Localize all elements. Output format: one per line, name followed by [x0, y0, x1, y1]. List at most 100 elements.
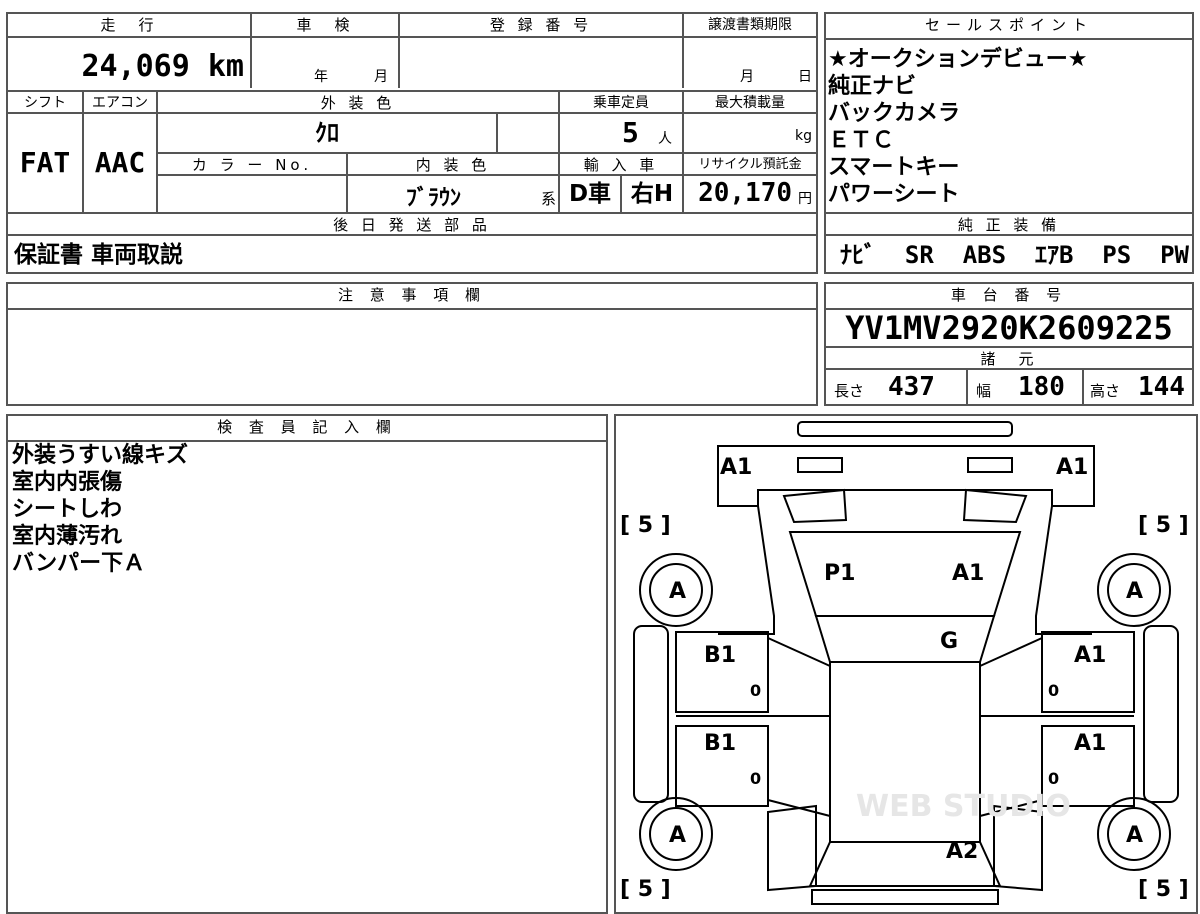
- interior-color-suffix: 系: [540, 190, 556, 208]
- sales-points-box: セールスポイント ★オークションデビュー★ 純正ナビ バックカメラ ＥＴＣ スマ…: [824, 12, 1194, 274]
- pillar-line: [767, 637, 831, 667]
- inspector-line: 外装うすい線キズ: [12, 443, 189, 468]
- inspector-lines: 外装うすい線キズ 室内内張傷 シートしわ 室内薄汚れ バンパー下Ａ: [12, 442, 188, 577]
- exterior-color-extra: [496, 114, 558, 152]
- mark-wheel-front-right: A: [1126, 579, 1143, 604]
- spec-height-value: 144: [1138, 372, 1185, 402]
- fender-right: [1035, 505, 1092, 635]
- import-label: 輸 入 車: [558, 152, 682, 176]
- genuine-equipment-value: ﾅﾋﾞ SR ABS ｴｱB PS PW: [840, 241, 1189, 269]
- chassis-label: 車 台 番 号: [826, 284, 1192, 310]
- genuine-equipment-label: 純 正 装 備: [826, 212, 1192, 236]
- chassis-value: YV1MV2920K2609225: [845, 309, 1173, 347]
- mark-rear-center: A2: [946, 839, 978, 864]
- sales-point-item: バックカメラ: [828, 101, 961, 126]
- spec-height-label: 高さ: [1090, 382, 1121, 400]
- spec-width-label: 幅: [976, 382, 992, 400]
- capacity-unit: 人: [658, 131, 672, 147]
- mark-bracket-top-right: [ 5 ]: [1138, 513, 1189, 538]
- exterior-color-label: 外 装 色: [156, 90, 558, 114]
- ac-label: エアコン: [82, 90, 156, 114]
- interior-color-label: 内 装 色: [346, 152, 558, 176]
- recycle-value-cell: 20,170 円: [682, 176, 816, 212]
- sales-points-label: セールスポイント: [826, 14, 1192, 40]
- mark-door-front-right: A1: [1074, 643, 1106, 668]
- notes-box: 注 意 事 項 欄: [6, 282, 818, 406]
- mark-wheel-rear-right: A: [1126, 823, 1143, 848]
- inspector-line: バンパー下Ａ: [12, 551, 146, 576]
- max-load-value-cell: kg: [682, 114, 816, 152]
- import-value-1: D車: [558, 176, 620, 212]
- front-vent-left: [782, 488, 848, 524]
- transfer-month-unit: 月: [740, 69, 754, 85]
- mark-door-rear-left: B1: [704, 731, 736, 756]
- spec-height: 高さ 144: [1082, 370, 1192, 404]
- recycle-value: 20,170: [698, 178, 792, 208]
- inspector-line: 室内内張傷: [12, 470, 123, 495]
- notes-value: [8, 310, 816, 318]
- mark-wheel-rear-left: A: [669, 823, 686, 848]
- pillar-line: [979, 637, 1043, 667]
- transfer-label: 譲渡書類期限: [682, 14, 816, 38]
- specs-label: 諸 元: [826, 346, 1192, 370]
- sill-right: [1143, 625, 1179, 803]
- car-diagram-box: WEB STUDIO A1 A1 [ 5 ] [ 5 ] [ 5 ] [ 5 ]…: [614, 414, 1198, 914]
- inspection-label: 車 検: [250, 14, 398, 38]
- color-no-value: [156, 176, 346, 212]
- spec-length-value: 437: [888, 372, 935, 402]
- mileage-value: 24,069 km: [81, 49, 244, 84]
- sales-point-item: パワーシート: [828, 182, 960, 207]
- shift-value: FAT: [19, 146, 71, 179]
- headlight-left: [797, 457, 843, 473]
- later-parts-value: 保証書 車両取説: [14, 242, 184, 268]
- inspector-line: シートしわ: [12, 497, 123, 522]
- inspection-value: 年 月: [250, 38, 398, 88]
- sales-points-list: ★オークションデビュー★ 純正ナビ バックカメラ ＥＴＣ スマートキー パワーシ…: [828, 46, 1087, 208]
- mark-front-left: A1: [720, 455, 752, 480]
- front-body: [717, 445, 1095, 507]
- capacity-value-cell: 5 人: [558, 114, 682, 152]
- sales-point-item: スマートキー: [828, 155, 960, 180]
- interior-color-value: ﾌﾞﾗｳﾝ: [406, 186, 462, 211]
- mark-hood-right: A1: [952, 561, 984, 586]
- registration-value: [398, 38, 682, 88]
- windshield: [814, 615, 996, 663]
- shift-label: シフト: [8, 90, 82, 114]
- mark-zero: 0: [750, 769, 761, 788]
- spec-length: 長さ 437: [826, 370, 966, 404]
- mark-door-rear-right: A1: [1074, 731, 1106, 756]
- mark-wheel-front-left: A: [669, 579, 686, 604]
- rear-bumper: [811, 889, 999, 905]
- recycle-unit: 円: [798, 191, 812, 207]
- capacity-label: 乗車定員: [558, 90, 682, 114]
- transfer-value: 月 日: [682, 38, 816, 88]
- import-value-2: 右H: [620, 176, 682, 212]
- spec-width-value: 180: [1018, 372, 1065, 402]
- mark-bracket-top-left: [ 5 ]: [620, 513, 671, 538]
- registration-label: 登 録 番 号: [398, 14, 682, 38]
- max-load-label: 最大積載量: [682, 90, 816, 114]
- mark-bracket-bottom-right: [ 5 ]: [1138, 877, 1189, 902]
- color-no-label: カ ラ ー No.: [156, 152, 346, 176]
- fender-left: [718, 505, 775, 635]
- front-vent-right: [962, 488, 1028, 524]
- sill-left: [633, 625, 669, 803]
- mileage-label: 走 行: [8, 14, 250, 38]
- max-load-unit: kg: [795, 128, 812, 144]
- inspector-line: 室内薄汚れ: [12, 524, 123, 549]
- exterior-color-value: ｸﾛ: [156, 114, 496, 152]
- sales-point-item: ★オークションデビュー★: [828, 47, 1088, 72]
- sales-point-item: 純正ナビ: [828, 74, 917, 99]
- mark-zero: 0: [1048, 681, 1059, 700]
- zero-marks: 0 0 0 0: [750, 681, 1059, 788]
- transfer-day-unit: 日: [798, 69, 812, 85]
- vehicle-info-table: 走 行 車 検 登 録 番 号 譲渡書類期限 24,069 km 年 月 月 日…: [6, 12, 818, 274]
- ac-value: AAC: [82, 114, 156, 212]
- inspector-label: 検 査 員 記 入 欄: [8, 416, 606, 442]
- mark-front-right: A1: [1056, 455, 1088, 480]
- rear-quarter-left: [767, 804, 817, 892]
- spec-width: 幅 180: [966, 370, 1082, 404]
- interior-color-value-cell: ﾌﾞﾗｳﾝ 系: [346, 176, 558, 212]
- headlight-right: [967, 457, 1013, 473]
- mark-hood-left: P1: [824, 561, 855, 586]
